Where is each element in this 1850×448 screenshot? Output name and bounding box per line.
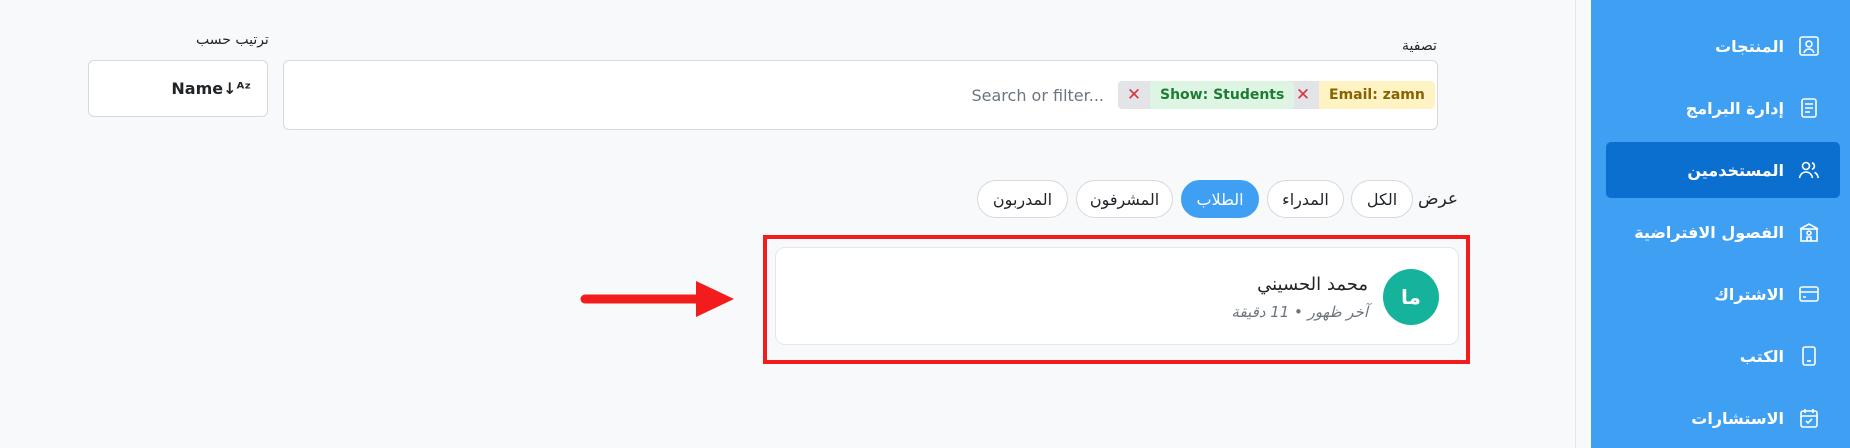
sidebar-item-products[interactable]: المنتجات	[1606, 18, 1840, 74]
sidebar-item-label: المنتجات	[1715, 36, 1784, 56]
sidebar-item-consultations[interactable]: الاستشارات	[1606, 390, 1840, 446]
view-option-all[interactable]: الكل	[1351, 180, 1413, 218]
sidebar-item-users[interactable]: المستخدمين	[1606, 142, 1840, 198]
sort-label: ترتيب حسب	[196, 32, 269, 48]
view-label: عرض	[1418, 189, 1459, 209]
sort-value: Name↓ᴬᶻ	[171, 79, 251, 98]
view-option-managers[interactable]: المدراء	[1267, 180, 1344, 218]
book-icon	[1796, 343, 1822, 369]
sidebar-item-label: إدارة البرامج	[1685, 98, 1784, 118]
sidebar-item-subscription[interactable]: الاشتراك	[1606, 266, 1840, 322]
filter-label: تصفية	[1402, 38, 1437, 54]
sidebar-item-label: الفصول الافتراضية	[1634, 222, 1784, 242]
filter-chip-email: ✕ Email: zamn	[1287, 81, 1435, 109]
sidebar-item-virtual-classes[interactable]: الفصول الافتراضية	[1606, 204, 1840, 260]
sidebar-item-label: الاستشارات	[1691, 408, 1784, 428]
filter-box[interactable]: ✕ Email: zamn ✕ Show: Students	[283, 60, 1438, 130]
sidebar-item-label: الاشتراك	[1714, 284, 1784, 304]
view-option-students[interactable]: الطلاب	[1181, 180, 1259, 218]
sidebar-item-label: الكتب	[1739, 346, 1784, 366]
content-divider	[1575, 0, 1576, 448]
user-name: محمد الحسيني	[1257, 274, 1368, 295]
annotation-arrow-icon	[580, 281, 734, 317]
sort-select[interactable]: Name↓ᴬᶻ	[88, 60, 268, 117]
calendar-check-icon	[1796, 405, 1822, 431]
users-icon	[1796, 157, 1822, 183]
list-document-icon	[1796, 95, 1822, 121]
remove-chip-icon[interactable]: ✕	[1118, 81, 1150, 109]
sidebar-item-books[interactable]: الكتب	[1606, 328, 1840, 384]
credit-card-icon	[1796, 281, 1822, 307]
filter-chip-show: ✕ Show: Students	[1118, 81, 1295, 109]
search-input[interactable]	[534, 79, 1104, 111]
portrait-icon	[1796, 33, 1822, 59]
sidebar: المنتجات إدارة البرامج المستخدمين الفصول…	[1591, 0, 1850, 448]
classroom-building-icon	[1796, 219, 1822, 245]
view-option-supervisors[interactable]: المشرفون	[1076, 180, 1173, 218]
user-card[interactable]: ما محمد الحسيني آخر ظهور • 11 دقيقة	[775, 247, 1459, 345]
avatar: ما	[1383, 269, 1439, 325]
user-last-seen: آخر ظهور • 11 دقيقة	[1231, 303, 1368, 321]
view-option-trainers[interactable]: المدربون	[977, 180, 1068, 218]
sidebar-item-programs[interactable]: إدارة البرامج	[1606, 80, 1840, 136]
filter-chip-text: Show: Students	[1150, 81, 1295, 109]
filter-chip-text: Email: zamn	[1319, 81, 1435, 109]
sidebar-item-label: المستخدمين	[1687, 160, 1784, 180]
